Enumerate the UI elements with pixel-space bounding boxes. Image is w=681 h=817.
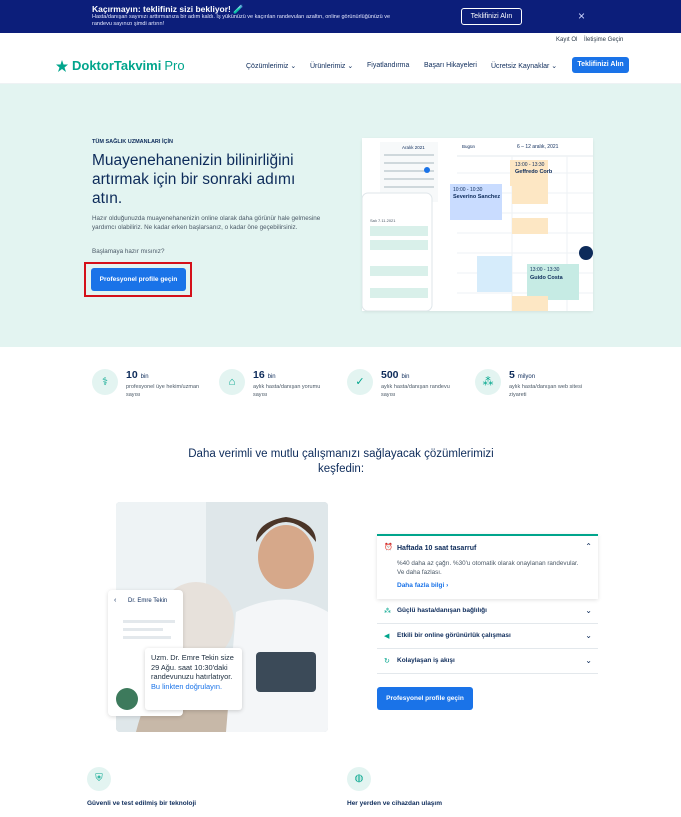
card-doctor-name: Dr. Emre Tekin	[128, 598, 168, 604]
avatar	[116, 688, 138, 710]
stat-unit: milyon	[517, 374, 536, 380]
stat-label: aylık hasta/danışan web sitesi ziyareti	[509, 384, 583, 398]
banner-text: Hasta/danışan sayınızı arttırmanıza bir …	[92, 14, 391, 27]
booking-2-time: 10:00 - 10:30	[453, 187, 483, 193]
booking-1-name: Geffredo Corb	[515, 169, 553, 175]
accordion-item-label: Etkili bir online görünürlük çalışması	[397, 632, 511, 639]
nav-products[interactable]: Ürünlerimiz ⌄	[310, 62, 353, 70]
refresh-icon: ↻	[384, 658, 390, 665]
signup-link[interactable]: Kayıt Ol	[556, 37, 577, 43]
chevron-down-icon[interactable]: ⌄	[585, 656, 592, 665]
star-logo-icon	[56, 59, 68, 72]
calendar-today: Bugün	[462, 144, 476, 149]
feature-label: Her yerden ve cihazdan ulaşım	[347, 800, 443, 807]
more-info-link[interactable]: Daha fazla bilgi ›	[397, 582, 448, 589]
stat-label: profesyonel üye hekim/uzman sayısı	[126, 384, 200, 398]
calendar-mockup: 13:00 - 13:30 Geffredo Corb 10:00 - 10:3…	[361, 138, 593, 312]
accordion-item-visibility[interactable]: ◀ Etkili bir online görünürlük çalışması…	[377, 625, 598, 649]
stethoscope-icon: ⚕	[92, 369, 118, 395]
feature-secure: ⛨ Güvenli ve test edilmiş bir teknoloji	[87, 767, 196, 807]
globe-icon: ◍	[347, 767, 371, 791]
megaphone-icon: ◀	[384, 633, 390, 640]
banner-offer-button[interactable]: Teklifinizi Alın	[461, 8, 522, 25]
chevron-up-icon[interactable]: ⌃	[585, 542, 592, 551]
accordion-title: Haftada 10 saat tasarruf	[397, 545, 477, 552]
nav-pricing[interactable]: Fiyatlandırma	[367, 62, 409, 69]
shield-icon: ⛨	[87, 767, 111, 791]
confirm-link[interactable]: Bu linkten doğrulayın.	[151, 682, 222, 691]
accordion-open-item[interactable]: ⏰ Haftada 10 saat tasarruf ⌃ %40 daha az…	[377, 534, 598, 599]
calendar-month: Aralık 2021	[402, 145, 425, 150]
chevron-down-icon[interactable]: ⌄	[585, 606, 592, 615]
promo-banner: Kaçırmayın: teklifiniz sizi bekliyor! 🧪 …	[0, 0, 681, 33]
reminder-text: Uzm. Dr. Emre Tekin size 29 Ağu. saat 10…	[151, 653, 234, 681]
stat-label: aylık hasta/danışan randevu sayısı	[381, 384, 450, 398]
booking-1-time: 13:00 - 13:30	[515, 162, 545, 168]
accordion-item-engagement[interactable]: ⁂ Güçlü hasta/danışan bağlılığı ⌄	[377, 600, 598, 624]
calendar-illustration	[361, 138, 593, 312]
nav-solutions[interactable]: Çözümlerimiz ⌄	[246, 62, 296, 70]
logo-text: DoktorTakvimi	[72, 58, 162, 73]
hero-eyebrow: TÜM SAĞLIK UZMANLARI İÇİN	[92, 139, 173, 145]
close-icon[interactable]: ×	[578, 9, 585, 23]
feature-access: ◍ Her yerden ve cihazdan ulaşım	[347, 767, 442, 807]
people-icon: ⁂	[384, 608, 391, 615]
calendar-range: 6 – 12 aralık, 2021	[517, 144, 559, 150]
clock-icon: ⏰	[384, 544, 393, 551]
accordion-item-label: Güçlü hasta/danışan bağlılığı	[397, 607, 487, 614]
nav-free-resources[interactable]: Ücretsiz Kaynaklar ⌄	[491, 62, 557, 70]
accordion-item-label: Kolaylaşan iş akışı	[397, 657, 455, 664]
main-nav: DoktorTakvimi Pro Çözümlerimiz ⌄ Ürünleri…	[0, 47, 681, 84]
feature-label: Güvenli ve test edilmiş bir teknoloji	[87, 800, 197, 807]
stat-label: aylık hasta/danışan yorumu sayısı	[253, 384, 321, 398]
hero-title: Muayenehanenizin bilinirliğini artırmak …	[92, 152, 296, 207]
stat-number: 500	[381, 369, 399, 381]
nav-success-stories[interactable]: Başarı Hikayeleri	[424, 62, 477, 69]
phone-date: Salı 7.11.2021	[370, 218, 396, 223]
contact-link[interactable]: İletişime Geçin	[584, 37, 623, 43]
house-plus-icon: ⌂	[219, 369, 245, 395]
hero-question: Başlamaya hazır mısınız?	[92, 248, 165, 255]
stat-unit: bin	[267, 374, 276, 380]
section-title: Daha verimli ve mutlu çalışmanızı sağlay…	[188, 448, 494, 475]
pro-profile-button[interactable]: Profesyonel profile geçin	[91, 268, 186, 291]
logo[interactable]: DoktorTakvimi Pro	[55, 58, 185, 73]
reminder-card: Uzm. Dr. Emre Tekin size 29 Ağu. saat 10…	[145, 648, 242, 710]
back-arrow-icon[interactable]: ‹	[114, 597, 116, 604]
hero-text: Hazır olduğunuzda muayenehanenizin onlin…	[92, 215, 321, 231]
pro-profile-button-2[interactable]: Profesyonel profile geçin	[377, 687, 473, 710]
calendar-check-icon: ✓	[347, 369, 373, 395]
logo-pro: Pro	[164, 58, 185, 73]
booking-2-name: Severino Sanchez	[453, 194, 501, 200]
accordion-item-workflow[interactable]: ↻ Kolaylaşan iş akışı ⌄	[377, 650, 598, 674]
booking-3-time: 13:00 - 13:30	[530, 267, 560, 273]
people-icon: ⁂	[475, 369, 501, 395]
stat-unit: bin	[140, 374, 149, 380]
booking-3-name: Guido Costa	[530, 275, 563, 281]
chevron-down-icon[interactable]: ⌄	[585, 631, 592, 640]
nav-offer-button[interactable]: Teklifinizi Alın	[572, 57, 629, 73]
stat-number: 16	[253, 369, 265, 381]
accordion-text: %40 daha az çağrı. %30'u otomatik olarak…	[397, 560, 579, 576]
stat-unit: bin	[401, 374, 410, 380]
stat-number: 5	[509, 369, 515, 381]
stat-number: 10	[126, 369, 138, 381]
